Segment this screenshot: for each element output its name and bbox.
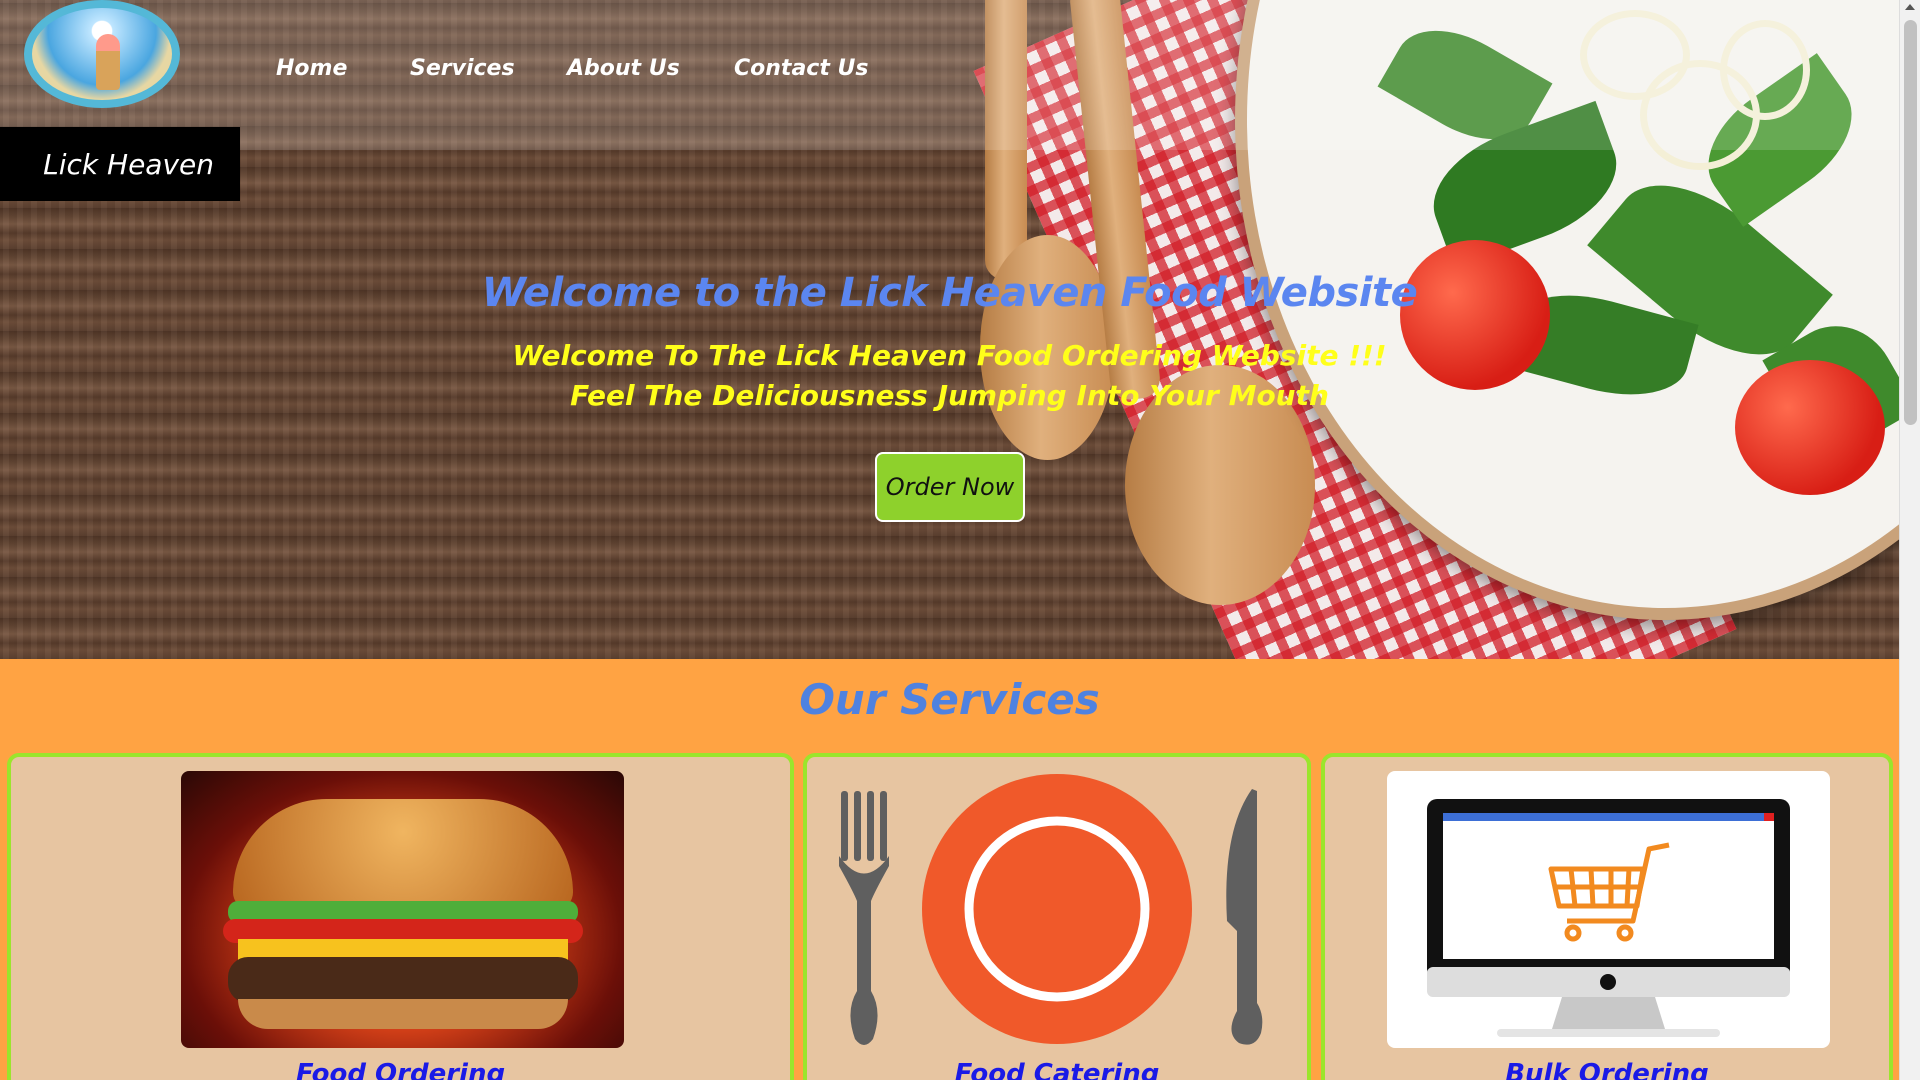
plate-fork-knife-image: [827, 771, 1287, 1048]
catering-icon: [839, 774, 1263, 1045]
plate-icon: [922, 774, 1192, 1044]
service-card-bulk-ordering[interactable]: Bulk Ordering: [1321, 753, 1893, 1080]
burger-patty: [227, 957, 578, 1003]
nav-link-about-us[interactable]: About Us: [567, 56, 680, 81]
hero-title: Welcome to the Lick Heaven Food Website: [481, 270, 1418, 316]
burger-bottom-bun: [237, 999, 568, 1029]
service-card-food-catering[interactable]: Food Catering: [803, 753, 1311, 1080]
burger-image: [181, 771, 624, 1048]
hero-subtitle: Welcome To The Lick Heaven Food Ordering…: [0, 336, 1899, 416]
scroll-up-icon[interactable]: [1905, 4, 1915, 10]
hero-text: Welcome to the Lick Heaven Food Website …: [0, 270, 1899, 416]
computer-cart-icon: [1427, 799, 1790, 1037]
knife-icon: [1226, 789, 1263, 1045]
hero-subtitle-line-1: Welcome To The Lick Heaven Food Ordering…: [512, 339, 1387, 372]
scrollbar-thumb[interactable]: [1904, 20, 1917, 425]
page-scrollbar[interactable]: [1899, 0, 1920, 1080]
service-card-label[interactable]: Bulk Ordering: [1325, 1059, 1889, 1080]
nav-link-home[interactable]: Home: [276, 56, 347, 81]
nav-link-services[interactable]: Services: [410, 56, 515, 81]
service-card-food-ordering[interactable]: Food Ordering: [7, 753, 794, 1080]
burger-top-bun: [232, 799, 573, 909]
fork-icon: [839, 791, 889, 1045]
service-card-label[interactable]: Food Ordering: [11, 1059, 790, 1080]
services-title: Our Services: [799, 675, 1100, 724]
brand-name: Lick Heaven: [0, 127, 240, 201]
ice-cream-icon: [96, 34, 120, 90]
order-now-button[interactable]: Order Now: [875, 452, 1025, 522]
hero-subtitle-line-2: Feel The Deliciousness Jumping Into Your…: [570, 379, 1329, 412]
service-card-label[interactable]: Food Catering: [807, 1059, 1307, 1080]
nav-link-contact-us[interactable]: Contact Us: [734, 56, 868, 81]
brand-logo-icon[interactable]: [24, 0, 180, 108]
computer-cart-image: [1387, 771, 1830, 1048]
